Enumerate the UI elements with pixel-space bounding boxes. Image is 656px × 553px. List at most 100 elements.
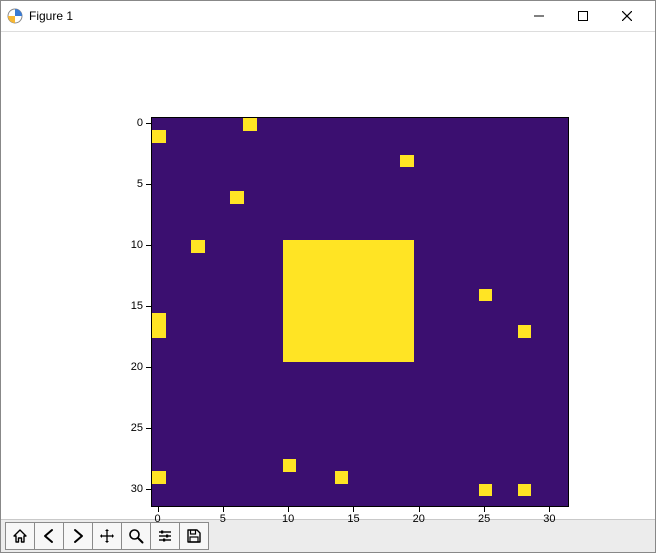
y-tick-label: 20 [123, 361, 143, 373]
heatmap-cell [400, 155, 414, 168]
heatmap-cell [361, 240, 375, 253]
heatmap-cell [479, 289, 493, 302]
heatmap-cell [283, 459, 297, 472]
y-tick-label: 5 [123, 178, 143, 190]
heatmap-cell [387, 301, 401, 314]
heatmap-cell [296, 264, 310, 277]
x-tick-mark [223, 507, 224, 512]
y-tick-label: 0 [123, 117, 143, 129]
y-tick-mark [146, 306, 151, 307]
zoom-button[interactable] [121, 522, 151, 550]
nav-toolbar [1, 519, 655, 552]
y-tick-mark [146, 428, 151, 429]
heatmap-cell [387, 337, 401, 350]
heatmap-cell [152, 130, 166, 143]
heatmap-cell [348, 289, 362, 302]
heatmap-cell [296, 350, 310, 363]
heatmap-cell [309, 240, 323, 253]
heatmap-cell [322, 276, 336, 289]
heatmap-cell [191, 240, 205, 253]
heatmap-cell [518, 325, 532, 338]
y-tick-mark [146, 184, 151, 185]
heatmap-cell [400, 350, 414, 363]
x-tick-mark [484, 507, 485, 512]
heatmap-cell [335, 276, 349, 289]
heatmap-cell [309, 325, 323, 338]
x-tick-mark [419, 507, 420, 512]
heatmap-cell [296, 301, 310, 314]
heatmap-cell [309, 252, 323, 265]
heatmap-cell [283, 289, 297, 302]
axes [151, 117, 569, 507]
close-button[interactable] [605, 2, 649, 30]
heatmap-cell [335, 240, 349, 253]
heatmap-cell [322, 337, 336, 350]
heatmap-cell [230, 191, 244, 204]
forward-button[interactable] [63, 522, 93, 550]
heatmap-cell [296, 313, 310, 326]
maximize-button[interactable] [561, 2, 605, 30]
heatmap-cell [400, 313, 414, 326]
heatmap-cell [374, 240, 388, 253]
heatmap-cell [387, 313, 401, 326]
heatmap-cell [296, 325, 310, 338]
heatmap-cell [296, 252, 310, 265]
heatmap-cell [283, 325, 297, 338]
heatmap-cell [387, 252, 401, 265]
x-tick-label: 5 [220, 513, 226, 525]
heatmap-cell [387, 350, 401, 363]
heatmap-cell [283, 252, 297, 265]
heatmap-cell [348, 337, 362, 350]
y-tick-label: 15 [123, 300, 143, 312]
heatmap-cell [309, 301, 323, 314]
heatmap-cell [283, 240, 297, 253]
save-button[interactable] [179, 522, 209, 550]
heatmap-cell [361, 276, 375, 289]
figure-window: Figure 1 051015202530051015202530 [0, 0, 656, 553]
y-tick-mark [146, 245, 151, 246]
heatmap-cell [335, 289, 349, 302]
heatmap-cell [335, 301, 349, 314]
heatmap-cell [361, 313, 375, 326]
heatmap-cell [335, 337, 349, 350]
configure-button[interactable] [150, 522, 180, 550]
heatmap-cell [283, 350, 297, 363]
heatmap-cell [518, 484, 532, 497]
heatmap-cell [283, 337, 297, 350]
home-button[interactable] [5, 522, 35, 550]
heatmap [152, 118, 568, 506]
x-tick-label: 30 [543, 513, 555, 525]
pan-button[interactable] [92, 522, 122, 550]
x-tick-label: 25 [478, 513, 490, 525]
heatmap-cell [374, 252, 388, 265]
heatmap-cell [361, 350, 375, 363]
heatmap-cell [283, 276, 297, 289]
heatmap-cell [283, 313, 297, 326]
heatmap-cell [348, 350, 362, 363]
heatmap-cell [152, 313, 166, 326]
heatmap-cell [374, 313, 388, 326]
heatmap-cell [322, 325, 336, 338]
heatmap-cell [283, 264, 297, 277]
y-tick-mark [146, 367, 151, 368]
heatmap-cell [152, 471, 166, 484]
heatmap-cell [322, 289, 336, 302]
heatmap-cell [348, 313, 362, 326]
minimize-button[interactable] [517, 2, 561, 30]
x-tick-label: 0 [154, 513, 160, 525]
heatmap-cell [387, 325, 401, 338]
heatmap-cell [479, 484, 493, 497]
heatmap-cell [335, 471, 349, 484]
app-icon [7, 8, 23, 24]
y-tick-label: 30 [123, 483, 143, 495]
heatmap-cell [322, 252, 336, 265]
heatmap-cell [335, 325, 349, 338]
heatmap-cell [361, 264, 375, 277]
plot-canvas[interactable]: 051015202530051015202530 [1, 32, 655, 519]
back-button[interactable] [34, 522, 64, 550]
heatmap-cell [348, 264, 362, 277]
heatmap-cell [335, 313, 349, 326]
heatmap-cell [374, 276, 388, 289]
heatmap-cell [400, 276, 414, 289]
heatmap-cell [387, 276, 401, 289]
